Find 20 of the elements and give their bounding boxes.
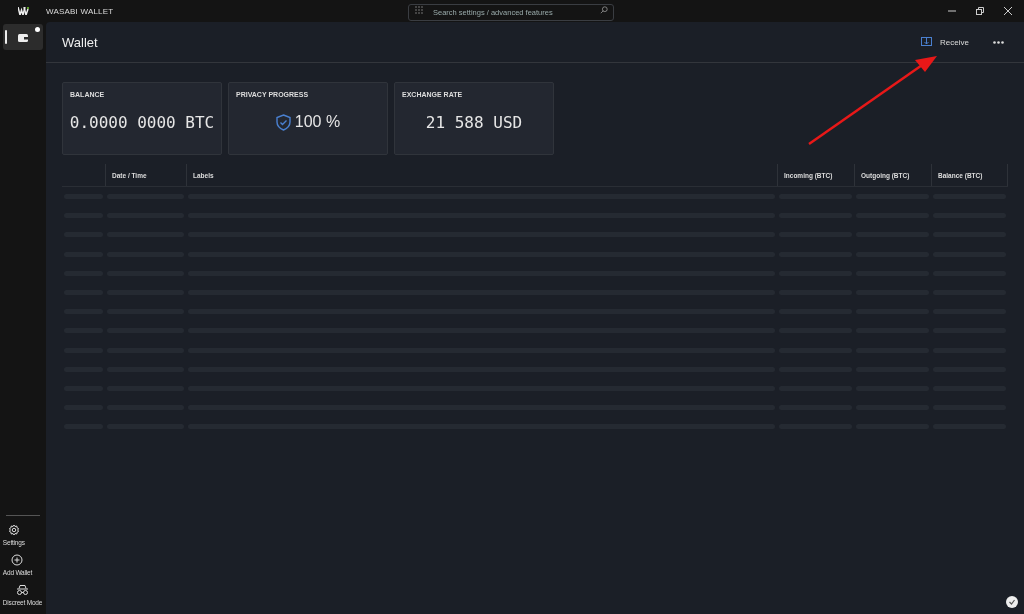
wallet-tab[interactable] <box>2 24 43 50</box>
app-logo-icon <box>17 7 29 15</box>
grid-icon <box>415 5 423 14</box>
card-value: 100 % <box>294 113 341 131</box>
page-title: Wallet <box>62 34 98 50</box>
receive-icon <box>921 37 933 47</box>
shield-check-icon <box>275 113 291 131</box>
close-icon[interactable] <box>1004 7 1012 15</box>
window-title: WASABI WALLET <box>46 6 114 16</box>
status-check-icon <box>1006 596 1018 608</box>
card-value: 0.0000 0000 BTC <box>69 112 215 132</box>
wallet-icon <box>17 32 28 42</box>
add-icon <box>11 554 24 566</box>
restore-icon[interactable] <box>976 7 984 15</box>
search-icon <box>600 5 608 14</box>
glasses-icon <box>16 584 29 596</box>
receive-button[interactable]: Receive <box>915 37 975 47</box>
minimize-icon[interactable] <box>948 7 956 15</box>
settings-icon <box>7 524 20 536</box>
card-value: 21 588 USD <box>425 112 523 132</box>
